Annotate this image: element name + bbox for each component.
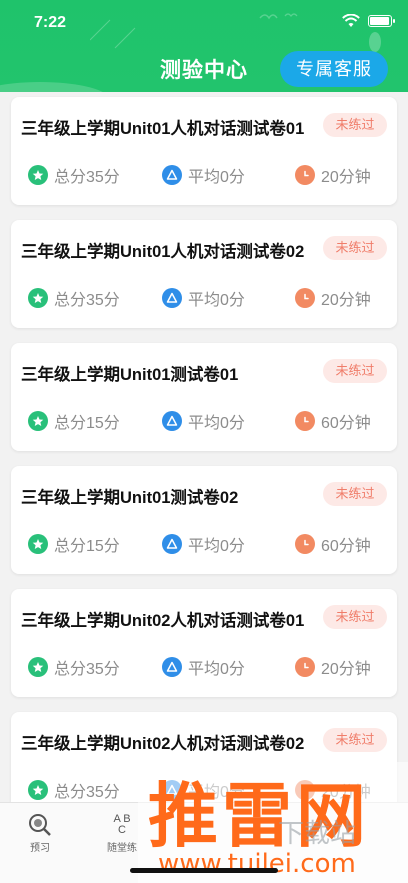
wifi-icon <box>342 14 360 27</box>
duration-text: 20分钟 <box>321 292 371 309</box>
magnifier-icon <box>29 814 51 836</box>
average-text: 平均0分 <box>188 415 245 432</box>
star-icon <box>28 165 48 185</box>
status-time: 7:22 <box>34 14 67 31</box>
status-badge: 未练过 <box>323 113 387 137</box>
score-text: 总分35分 <box>54 292 120 309</box>
stat-average: 平均0分 <box>162 163 245 187</box>
average-text: 平均0分 <box>188 661 245 678</box>
triangle-icon <box>162 165 182 185</box>
status-badge: 未练过 <box>323 728 387 752</box>
stat-total-score: 总分15分 <box>28 409 120 433</box>
stat-duration: 20分钟 <box>295 655 371 679</box>
stat-total-score: 总分35分 <box>28 655 120 679</box>
clock-icon <box>295 534 315 554</box>
watermark-url: www.tuilei.com <box>158 849 356 879</box>
status-badge: 未练过 <box>323 236 387 260</box>
watermark-overlay-text: 下载站 <box>278 819 356 849</box>
average-text: 平均0分 <box>188 538 245 555</box>
duration-text: 20分钟 <box>321 169 371 186</box>
status-bar: 7:22 <box>0 0 408 46</box>
clock-icon <box>295 165 315 185</box>
stat-total-score: 总分35分 <box>28 778 120 802</box>
test-card[interactable]: 三年级上学期Unit01测试卷01 未练过总分15分 平均0分 60分钟 <box>11 343 397 451</box>
test-card[interactable]: 三年级上学期Unit01人机对话测试卷01 未练过总分35分 平均0分 20分钟 <box>11 97 397 205</box>
stat-duration: 60分钟 <box>295 532 371 556</box>
status-icons <box>342 14 395 28</box>
star-icon <box>28 534 48 554</box>
abc-icon: A B C <box>113 813 131 836</box>
stat-total-score: 总分35分 <box>28 163 120 187</box>
stat-average: 平均0分 <box>162 409 245 433</box>
triangle-icon <box>162 534 182 554</box>
test-title: 三年级上学期Unit01人机对话测试卷02 <box>21 243 305 261</box>
star-icon <box>28 411 48 431</box>
stat-average: 平均0分 <box>162 286 245 310</box>
triangle-icon <box>162 411 182 431</box>
score-text: 总分35分 <box>54 661 120 678</box>
watermark: 推雷网 下载站 www.tuilei.com <box>138 762 408 883</box>
score-text: 总分35分 <box>54 784 120 801</box>
stat-average: 平均0分 <box>162 532 245 556</box>
test-title: 三年级上学期Unit01测试卷01 <box>21 366 239 384</box>
status-badge: 未练过 <box>323 482 387 506</box>
average-text: 平均0分 <box>188 169 245 186</box>
duration-text: 20分钟 <box>321 661 371 678</box>
duration-text: 60分钟 <box>321 538 371 555</box>
stat-average: 平均0分 <box>162 655 245 679</box>
average-text: 平均0分 <box>188 292 245 309</box>
status-badge: 未练过 <box>323 359 387 383</box>
score-text: 总分15分 <box>54 538 120 555</box>
stat-duration: 20分钟 <box>295 286 371 310</box>
score-text: 总分15分 <box>54 415 120 432</box>
tab-preview-label: 预习 <box>30 843 50 854</box>
duration-text: 60分钟 <box>321 415 371 432</box>
stat-total-score: 总分35分 <box>28 286 120 310</box>
header-bar: 7:22 测验中心 专属客服 <box>0 0 408 92</box>
status-badge: 未练过 <box>323 605 387 629</box>
test-card[interactable]: 三年级上学期Unit01测试卷02 未练过总分15分 平均0分 60分钟 <box>11 466 397 574</box>
test-title: 三年级上学期Unit02人机对话测试卷02 <box>21 735 305 753</box>
test-title: 三年级上学期Unit01测试卷02 <box>21 489 239 507</box>
star-icon <box>28 780 48 800</box>
triangle-icon <box>162 288 182 308</box>
battery-icon <box>368 15 395 27</box>
test-title: 三年级上学期Unit02人机对话测试卷01 <box>21 612 305 630</box>
customer-service-button[interactable]: 专属客服 <box>280 51 388 87</box>
test-list[interactable]: 三年级上学期Unit01人机对话测试卷01 未练过 总分35分 平均0分 20分钟 三年级… <box>0 92 408 802</box>
home-indicator <box>130 868 278 873</box>
clock-icon <box>295 288 315 308</box>
tab-preview[interactable]: 预习 <box>10 811 70 854</box>
triangle-icon <box>162 657 182 677</box>
test-card[interactable]: 三年级上学期Unit01人机对话测试卷02 未练过总分35分 平均0分 20分钟 <box>11 220 397 328</box>
clock-icon <box>295 657 315 677</box>
score-text: 总分35分 <box>54 169 120 186</box>
stat-total-score: 总分15分 <box>28 532 120 556</box>
watermark-graphic: 推雷网 下载站 www.tuilei.com <box>138 762 408 883</box>
test-title: 三年级上学期Unit01人机对话测试卷01 <box>21 120 305 138</box>
star-icon <box>28 288 48 308</box>
star-icon <box>28 657 48 677</box>
clock-icon <box>295 411 315 431</box>
stat-duration: 60分钟 <box>295 409 371 433</box>
stat-duration: 20分钟 <box>295 163 371 187</box>
test-card[interactable]: 三年级上学期Unit02人机对话测试卷01 未练过总分35分 平均0分 20分钟 <box>11 589 397 697</box>
